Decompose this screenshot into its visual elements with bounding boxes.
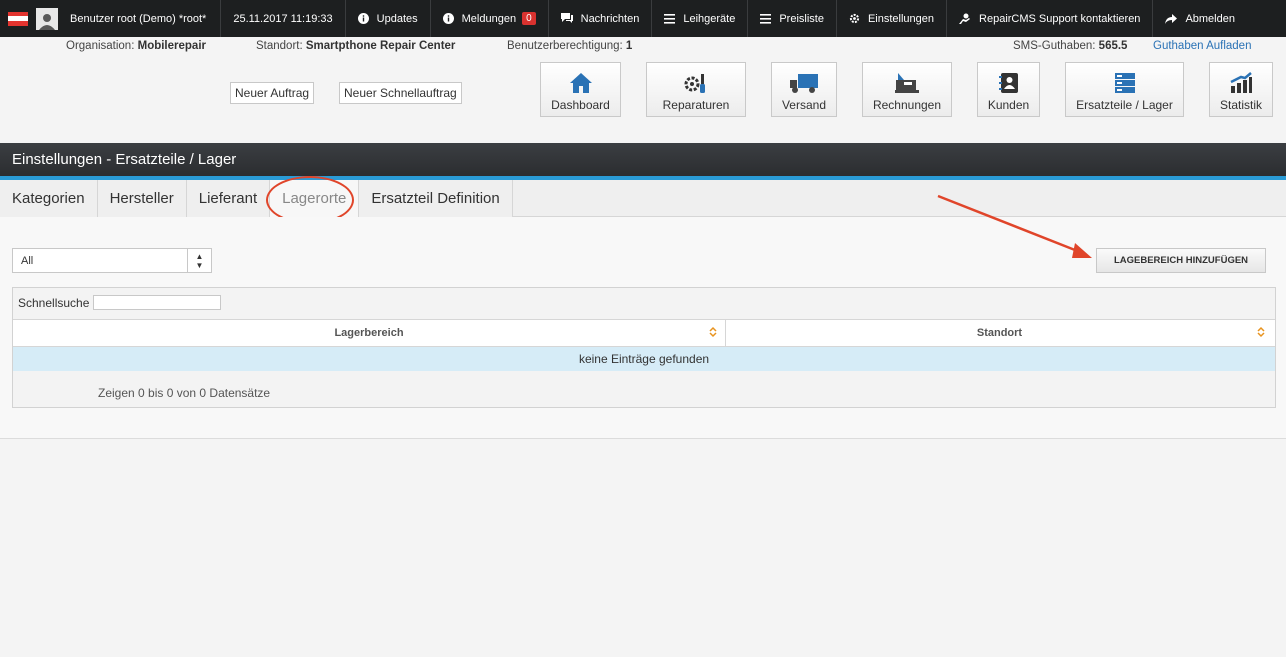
address-book-icon [998, 73, 1018, 93]
sms-label: SMS-Guthaben: [1013, 40, 1096, 52]
reparaturen-button[interactable]: Reparaturen [646, 62, 746, 117]
preisliste-link[interactable]: Preisliste [748, 0, 837, 37]
guthaben-aufladen-link[interactable]: Guthaben Aufladen [1153, 40, 1251, 52]
leihgeraete-link[interactable]: Leihgeräte [652, 0, 749, 37]
updates-label: Updates [376, 12, 418, 25]
sms-info: SMS-Guthaben: 565.5 [1013, 40, 1127, 52]
column-header-lagerbereich[interactable]: Lagerbereich [13, 320, 725, 346]
info-icon [442, 13, 454, 24]
support-label: RepairCMS Support kontaktieren [979, 12, 1141, 25]
updates-link[interactable]: Updates [346, 0, 431, 37]
cash-register-icon [895, 73, 919, 93]
truck-icon [790, 74, 818, 93]
standort-filter-select[interactable]: All ▲ ▼ [12, 248, 212, 273]
rechnungen-button[interactable]: Rechnungen [862, 62, 952, 117]
column-label: Lagerbereich [334, 327, 404, 339]
berechtigung-value: 1 [625, 40, 633, 52]
chat-bubble-icon [560, 13, 573, 24]
page-title: Einstellungen - Ersatzteile / Lager [12, 151, 237, 168]
organisation-label: Organisation: [66, 40, 135, 52]
einstellungen-label: Einstellungen [867, 12, 935, 25]
kunden-label: Kunden [987, 98, 1030, 112]
neuer-schnellauftrag-button[interactable]: Neuer Schnellauftrag [339, 82, 462, 104]
meldungen-label: Meldungen [461, 12, 517, 25]
meldungen-count-badge: 0 [522, 12, 536, 25]
empty-table-row: keine Einträge gefunden [13, 347, 1275, 371]
standort-value: Smartpthone Repair Center [305, 40, 456, 52]
annotation-arrow [937, 194, 1092, 258]
select-arrows-icon: ▲ ▼ [187, 249, 211, 272]
dashboard-button[interactable]: Dashboard [540, 62, 621, 117]
server-stack-icon [1114, 73, 1135, 93]
share-arrow-icon [1165, 13, 1178, 24]
info-row: Organisation: Mobilerepair Standort: Sma… [0, 40, 1286, 56]
gears-icon [684, 74, 705, 93]
tab-lieferant[interactable]: Lieferant [186, 180, 271, 217]
dashboard-label: Dashboard [551, 98, 610, 112]
filter-selected-value: All [21, 254, 34, 267]
tab-lagerorte[interactable]: Lagerorte [270, 180, 360, 217]
statistik-label: Statistik [1219, 98, 1262, 112]
avatar [36, 7, 58, 30]
list-icon [664, 13, 676, 24]
section-header: Einstellungen - Ersatzteile / Lager [0, 143, 1286, 176]
sms-value: 565.5 [1098, 40, 1128, 52]
sort-icon [1257, 326, 1265, 338]
guthaben-link-text[interactable]: Guthaben Aufladen [1153, 40, 1251, 52]
search-input[interactable] [93, 295, 221, 310]
einstellungen-link[interactable]: Einstellungen [837, 0, 948, 37]
table-header: Lagerbereich Standort [13, 319, 1275, 347]
data-table: Schnellsuche Lagerbereich Standort keine… [12, 287, 1276, 408]
berechtigung-label: Benutzerberechtigung: [507, 40, 623, 52]
standort-info: Standort: Smartpthone Repair Center [256, 40, 455, 52]
organisation-value: Mobilerepair [137, 40, 206, 52]
versand-button[interactable]: Versand [771, 62, 837, 117]
datetime-text: 25.11.2017 11:19:33 [233, 12, 333, 25]
ersatzteile-label: Ersatzteile / Lager [1076, 98, 1173, 112]
abmelden-link[interactable]: Abmelden [1153, 0, 1247, 37]
statistik-button[interactable]: Statistik [1209, 62, 1273, 117]
versand-label: Versand [781, 98, 827, 112]
nachrichten-label: Nachrichten [580, 12, 640, 25]
kunden-button[interactable]: Kunden [977, 62, 1040, 117]
reparaturen-label: Reparaturen [662, 98, 730, 112]
organisation-info: Organisation: Mobilerepair [66, 40, 206, 52]
column-label: Standort [976, 327, 1023, 339]
support-link[interactable]: RepairCMS Support kontaktieren [947, 0, 1154, 37]
datetime: 25.11.2017 11:19:33 [221, 0, 346, 37]
austria-flag-icon [8, 11, 28, 26]
gear-icon [849, 13, 860, 24]
nachrichten-link[interactable]: Nachrichten [549, 0, 653, 37]
leihgeraete-label: Leihgeräte [683, 12, 736, 25]
top-bar: Benutzer root (Demo) *root* 25.11.2017 1… [0, 0, 1286, 37]
tab-ersatzteil-definition[interactable]: Ersatzteil Definition [359, 180, 513, 217]
add-lagebereich-button[interactable]: LAGEBEREICH HINZUFÜGEN [1096, 248, 1266, 273]
ersatzteile-lager-button[interactable]: Ersatzteile / Lager [1065, 62, 1184, 117]
list-icon [760, 13, 772, 24]
rechnungen-label: Rechnungen [872, 98, 942, 112]
meldungen-link[interactable]: Meldungen 0 [431, 0, 549, 37]
support-icon [959, 13, 971, 24]
bar-chart-icon [1230, 72, 1252, 93]
info-icon [357, 13, 369, 24]
neuer-auftrag-button[interactable]: Neuer Auftrag [230, 82, 315, 104]
abmelden-label: Abmelden [1185, 12, 1235, 25]
user-cell[interactable]: Benutzer root (Demo) *root* [0, 0, 222, 37]
column-header-standort[interactable]: Standort [725, 320, 1273, 346]
table-info: Zeigen 0 bis 0 von 0 Datensätze [98, 386, 271, 400]
tab-kategorien[interactable]: Kategorien [0, 180, 98, 217]
tab-hersteller[interactable]: Hersteller [97, 180, 187, 217]
search-label: Schnellsuche [18, 296, 90, 310]
berechtigung-info: Benutzerberechtigung: 1 [507, 40, 632, 52]
standort-label: Standort: [256, 40, 303, 52]
preisliste-label: Preisliste [779, 12, 824, 25]
sort-icon [709, 326, 717, 338]
user-name: Benutzer root (Demo) *root* [70, 12, 207, 25]
home-icon [569, 73, 592, 93]
